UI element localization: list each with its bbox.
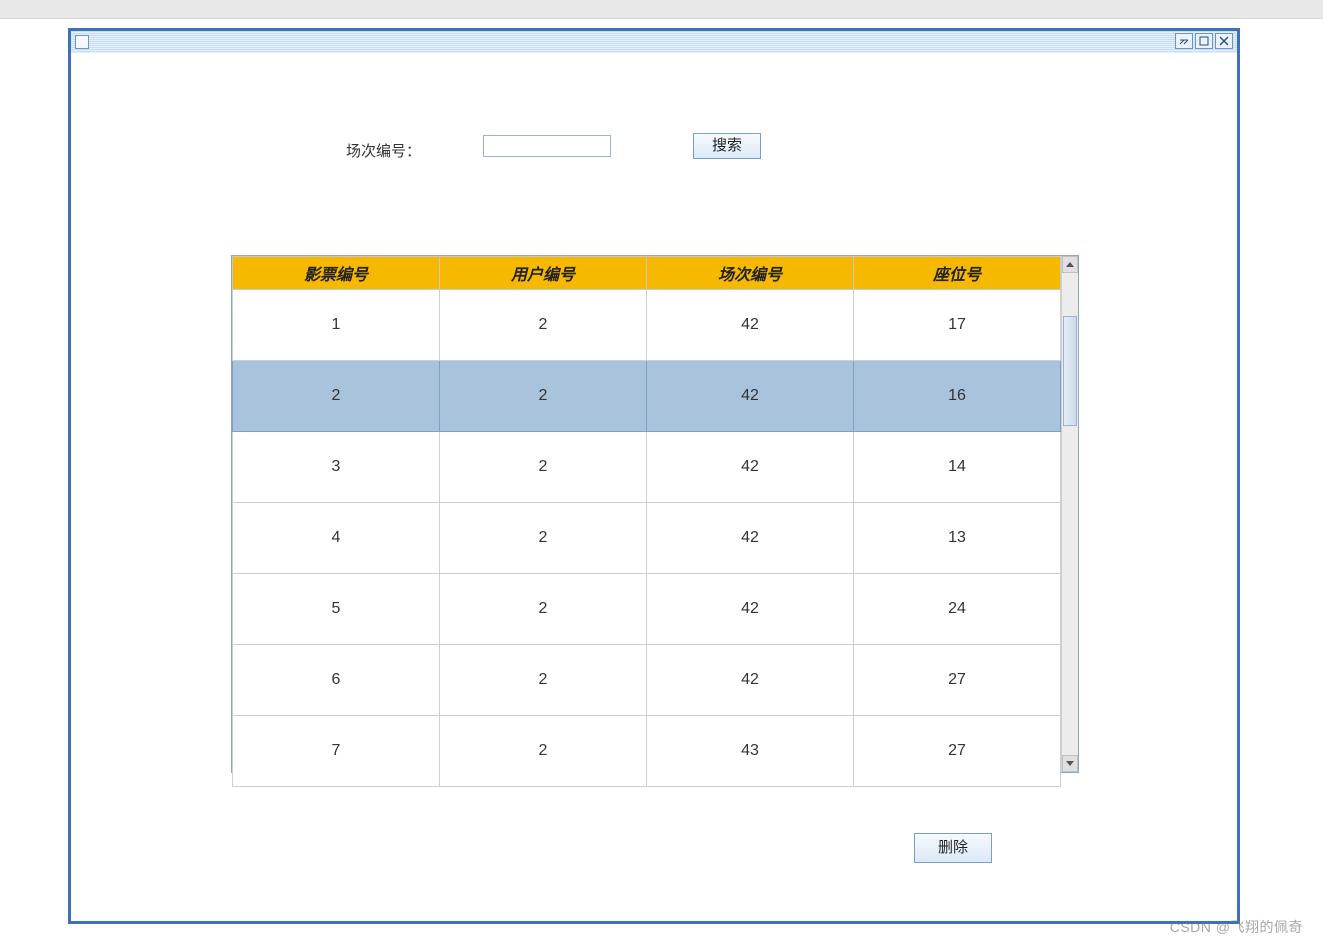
minimize-button[interactable]	[1175, 33, 1193, 49]
scroll-up-arrow-icon[interactable]	[1062, 256, 1078, 273]
cell-user-id[interactable]: 2	[440, 503, 647, 574]
col-ticket-id[interactable]: 影票编号	[233, 257, 440, 290]
cell-user-id[interactable]: 2	[440, 361, 647, 432]
cell-user-id[interactable]: 2	[440, 645, 647, 716]
cell-session-id[interactable]: 42	[647, 574, 854, 645]
close-button[interactable]	[1215, 33, 1233, 49]
cell-user-id[interactable]: 2	[440, 574, 647, 645]
menu-strip	[0, 0, 1323, 19]
table-header-row: 影票编号 用户编号 场次编号 座位号	[233, 257, 1061, 290]
system-menu-icon[interactable]	[75, 35, 89, 49]
cell-session-id[interactable]: 42	[647, 503, 854, 574]
cell-seat[interactable]: 27	[854, 645, 1061, 716]
cell-seat[interactable]: 13	[854, 503, 1061, 574]
cell-ticket-id[interactable]: 3	[233, 432, 440, 503]
cell-ticket-id[interactable]: 6	[233, 645, 440, 716]
scroll-thumb[interactable]	[1063, 316, 1077, 426]
cell-session-id[interactable]: 42	[647, 645, 854, 716]
table-row[interactable]: 524224	[233, 574, 1061, 645]
watermark: CSDN @飞翔的佩奇	[1170, 917, 1303, 937]
vertical-scrollbar[interactable]	[1061, 256, 1078, 772]
cell-seat[interactable]: 16	[854, 361, 1061, 432]
cell-ticket-id[interactable]: 4	[233, 503, 440, 574]
delete-button[interactable]: 删除	[914, 833, 992, 863]
cell-seat[interactable]: 17	[854, 290, 1061, 361]
col-seat[interactable]: 座位号	[854, 257, 1061, 290]
search-button[interactable]: 搜索	[693, 133, 761, 159]
cell-user-id[interactable]: 2	[440, 432, 647, 503]
maximize-button[interactable]	[1195, 33, 1213, 49]
cell-session-id[interactable]: 43	[647, 716, 854, 787]
cell-ticket-id[interactable]: 7	[233, 716, 440, 787]
internal-window: 场次编号： 搜索 影票编号 用户编号 场次编号 座位号	[68, 28, 1240, 924]
col-user-id[interactable]: 用户编号	[440, 257, 647, 290]
cell-seat[interactable]: 27	[854, 716, 1061, 787]
session-id-input[interactable]	[483, 135, 611, 157]
scroll-down-arrow-icon[interactable]	[1062, 755, 1078, 772]
cell-seat[interactable]: 24	[854, 574, 1061, 645]
table-row[interactable]: 724327	[233, 716, 1061, 787]
cell-ticket-id[interactable]: 5	[233, 574, 440, 645]
table-row[interactable]: 124217	[233, 290, 1061, 361]
cell-seat[interactable]: 14	[854, 432, 1061, 503]
col-session-id[interactable]: 场次编号	[647, 257, 854, 290]
cell-ticket-id[interactable]: 1	[233, 290, 440, 361]
session-id-label: 场次编号：	[346, 140, 421, 161]
titlebar[interactable]	[71, 31, 1237, 54]
table-row[interactable]: 324214	[233, 432, 1061, 503]
cell-session-id[interactable]: 42	[647, 290, 854, 361]
cell-ticket-id[interactable]: 2	[233, 361, 440, 432]
table-row[interactable]: 224216	[233, 361, 1061, 432]
window-content: 场次编号： 搜索 影票编号 用户编号 场次编号 座位号	[71, 53, 1237, 921]
table-row[interactable]: 424213	[233, 503, 1061, 574]
tickets-table-container: 影票编号 用户编号 场次编号 座位号 124217224216324214424…	[231, 255, 1079, 773]
cell-session-id[interactable]: 42	[647, 361, 854, 432]
cell-user-id[interactable]: 2	[440, 290, 647, 361]
window-controls	[1175, 33, 1233, 49]
table-row[interactable]: 624227	[233, 645, 1061, 716]
cell-session-id[interactable]: 42	[647, 432, 854, 503]
search-row: 场次编号： 搜索	[71, 135, 1237, 165]
cell-user-id[interactable]: 2	[440, 716, 647, 787]
tickets-table[interactable]: 影票编号 用户编号 场次编号 座位号 124217224216324214424…	[232, 256, 1061, 787]
table-scroll-viewport: 影票编号 用户编号 场次编号 座位号 124217224216324214424…	[232, 256, 1061, 772]
